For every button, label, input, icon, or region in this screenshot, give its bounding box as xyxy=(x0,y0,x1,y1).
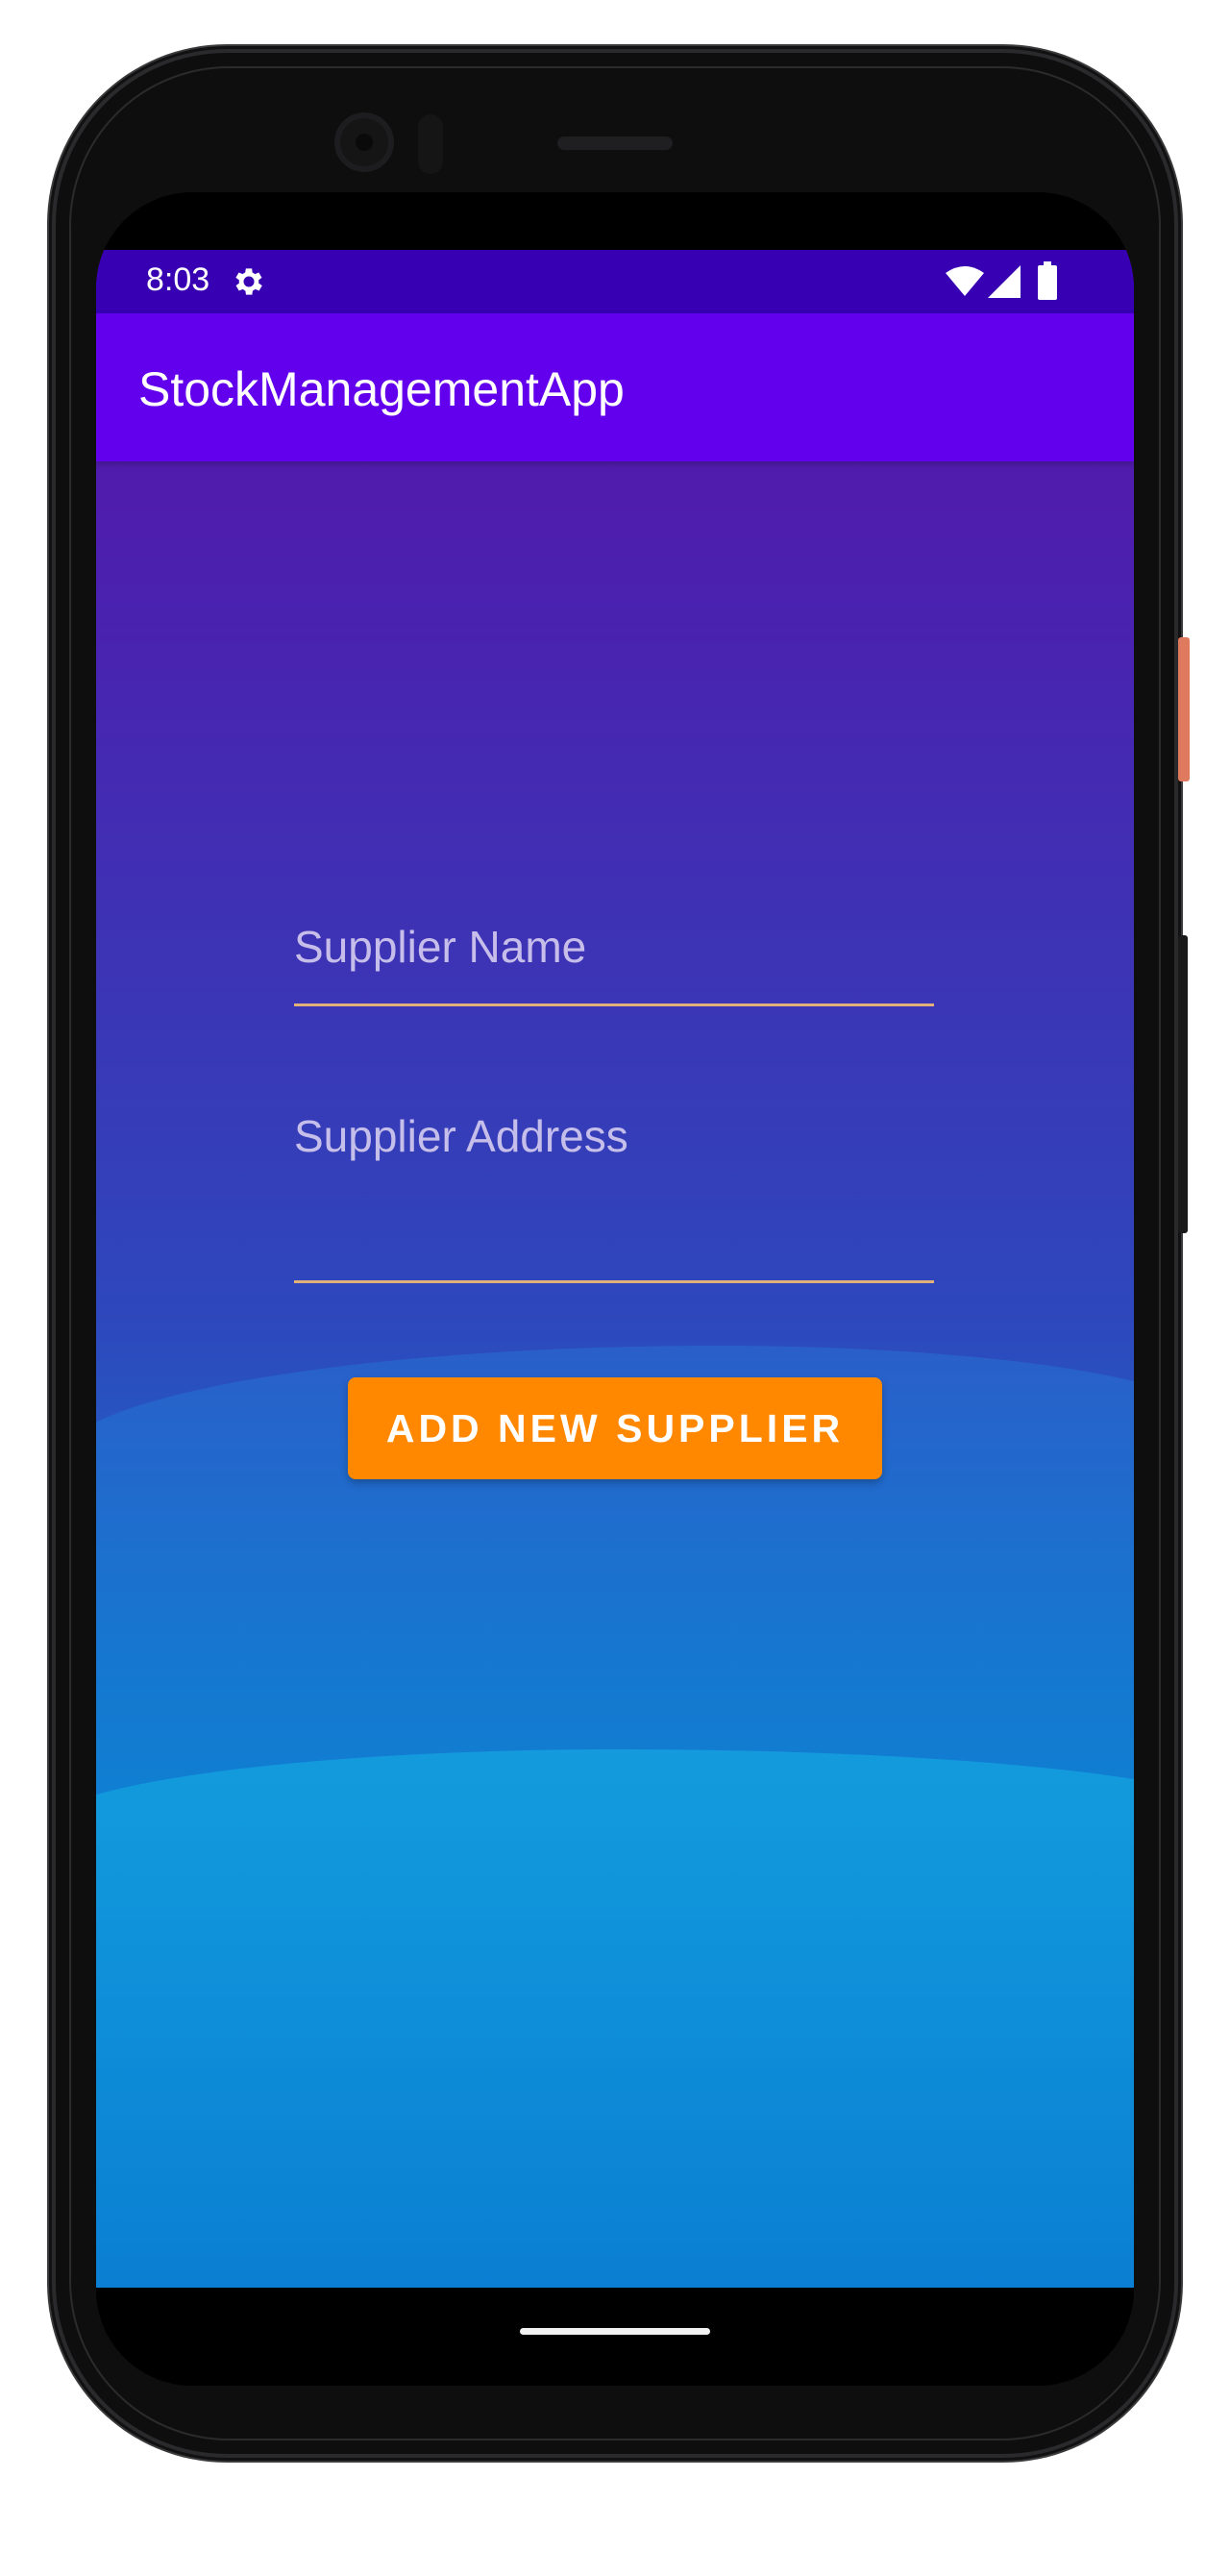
home-gesture-handle[interactable] xyxy=(520,2328,710,2335)
navigation-bar xyxy=(96,2288,1134,2386)
volume-button xyxy=(1178,935,1188,1233)
app-title: StockManagementApp xyxy=(138,362,625,416)
gear-icon xyxy=(235,268,262,295)
supplier-name-field[interactable]: Supplier Name xyxy=(294,904,934,1006)
power-button xyxy=(1178,637,1190,781)
status-bar: 8:03 xyxy=(96,250,1134,313)
add-new-supplier-button[interactable]: ADD NEW SUPPLIER xyxy=(348,1377,882,1479)
front-camera xyxy=(334,112,394,172)
screen: 8:03 StockManagementApp Supplier Name Su… xyxy=(96,192,1134,2386)
supplier-address-field[interactable]: Supplier Address xyxy=(294,1096,934,1283)
proximity-sensor xyxy=(418,114,443,174)
battery-icon xyxy=(1038,261,1057,300)
earpiece-speaker xyxy=(557,136,673,150)
app-display: 8:03 StockManagementApp Supplier Name Su… xyxy=(96,250,1134,2288)
status-time: 8:03 xyxy=(146,261,210,298)
signal-icon xyxy=(988,265,1021,298)
supplier-name-placeholder: Supplier Name xyxy=(294,922,587,972)
background-wave xyxy=(96,1749,1134,2288)
supplier-address-placeholder: Supplier Address xyxy=(294,1111,628,1161)
phone-frame: 8:03 StockManagementApp Supplier Name Su… xyxy=(56,53,1190,2454)
app-bar: StockManagementApp xyxy=(96,313,1134,461)
wifi-icon xyxy=(946,266,984,296)
